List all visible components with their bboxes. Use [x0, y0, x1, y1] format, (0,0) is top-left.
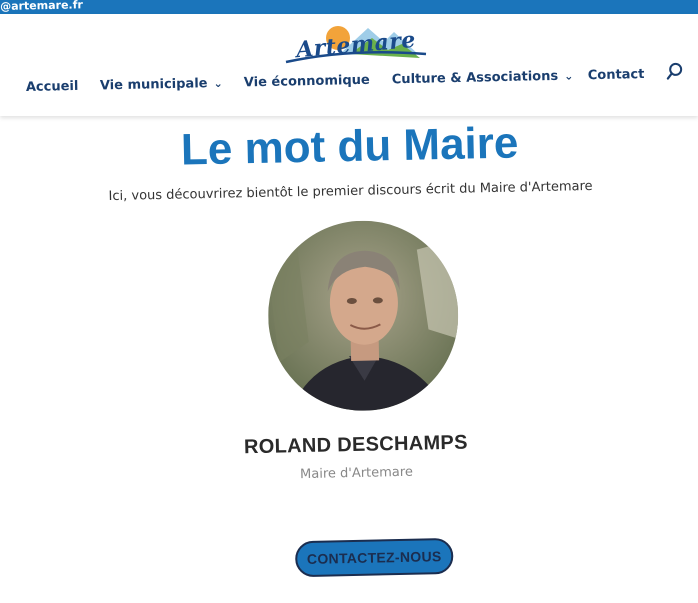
contact-button[interactable]: CONTACTEZ-NOUS	[294, 537, 454, 578]
search-icon[interactable]	[666, 62, 684, 80]
page-title: Le mot du Maire	[180, 118, 519, 175]
topbar-email[interactable]: @artemare.fr	[0, 0, 83, 13]
nav-label: Culture & Associations	[391, 68, 559, 88]
nav-label: Contact	[587, 67, 645, 84]
chevron-down-icon: ⌄	[213, 76, 223, 91]
main-content: Le mot du Maire Ici, vous découvrirez bi…	[0, 109, 698, 603]
nav-item-vie-municipale[interactable]: Vie municipale ⌄	[99, 76, 223, 94]
nav-item-vie-economique[interactable]: Vie éconnomique	[244, 73, 370, 91]
mayor-photo	[266, 218, 461, 413]
nav-item-contact[interactable]: Contact	[588, 67, 645, 83]
mayor-name: ROLAND DESCHAMPS	[243, 431, 468, 459]
nav-item-accueil[interactable]: Accueil	[26, 79, 79, 95]
site-header: Artemare Accueil Vie municipale ⌄ Vie éco…	[0, 14, 698, 116]
chevron-down-icon: ⌄	[563, 69, 574, 83]
nav-item-culture-associations[interactable]: Culture & Associations ⌄	[391, 68, 574, 88]
nav-label: Vie éconnomique	[243, 72, 370, 91]
nav-label: Accueil	[25, 78, 79, 95]
mayor-role: Maire d'Artemare	[299, 464, 414, 483]
nav-label: Vie municipale	[99, 76, 208, 94]
main-nav: Accueil Vie municipale ⌄ Vie éconnomique …	[26, 58, 698, 112]
intro-text: Ici, vous découvrirez bientôt le premier…	[108, 178, 593, 205]
mayor-portrait	[266, 218, 461, 413]
